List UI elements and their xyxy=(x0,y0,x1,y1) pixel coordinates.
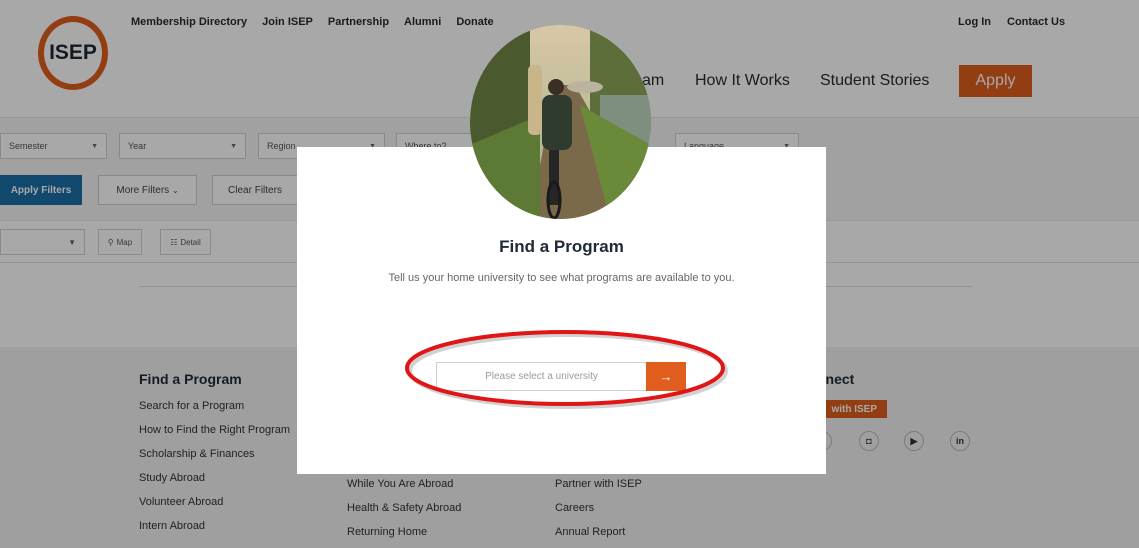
submit-university-button[interactable]: → xyxy=(646,362,686,391)
modal-subtitle: Tell us your home university to see what… xyxy=(388,272,735,284)
cyclist-photo-art xyxy=(470,25,651,219)
university-select-input[interactable] xyxy=(436,362,647,391)
cyclist-photo xyxy=(470,25,651,219)
page: ISEP Membership Directory Join ISEP Part… xyxy=(0,0,1139,548)
modal-title: Find a Program xyxy=(499,237,624,256)
arrow-right-icon: → xyxy=(659,369,673,384)
